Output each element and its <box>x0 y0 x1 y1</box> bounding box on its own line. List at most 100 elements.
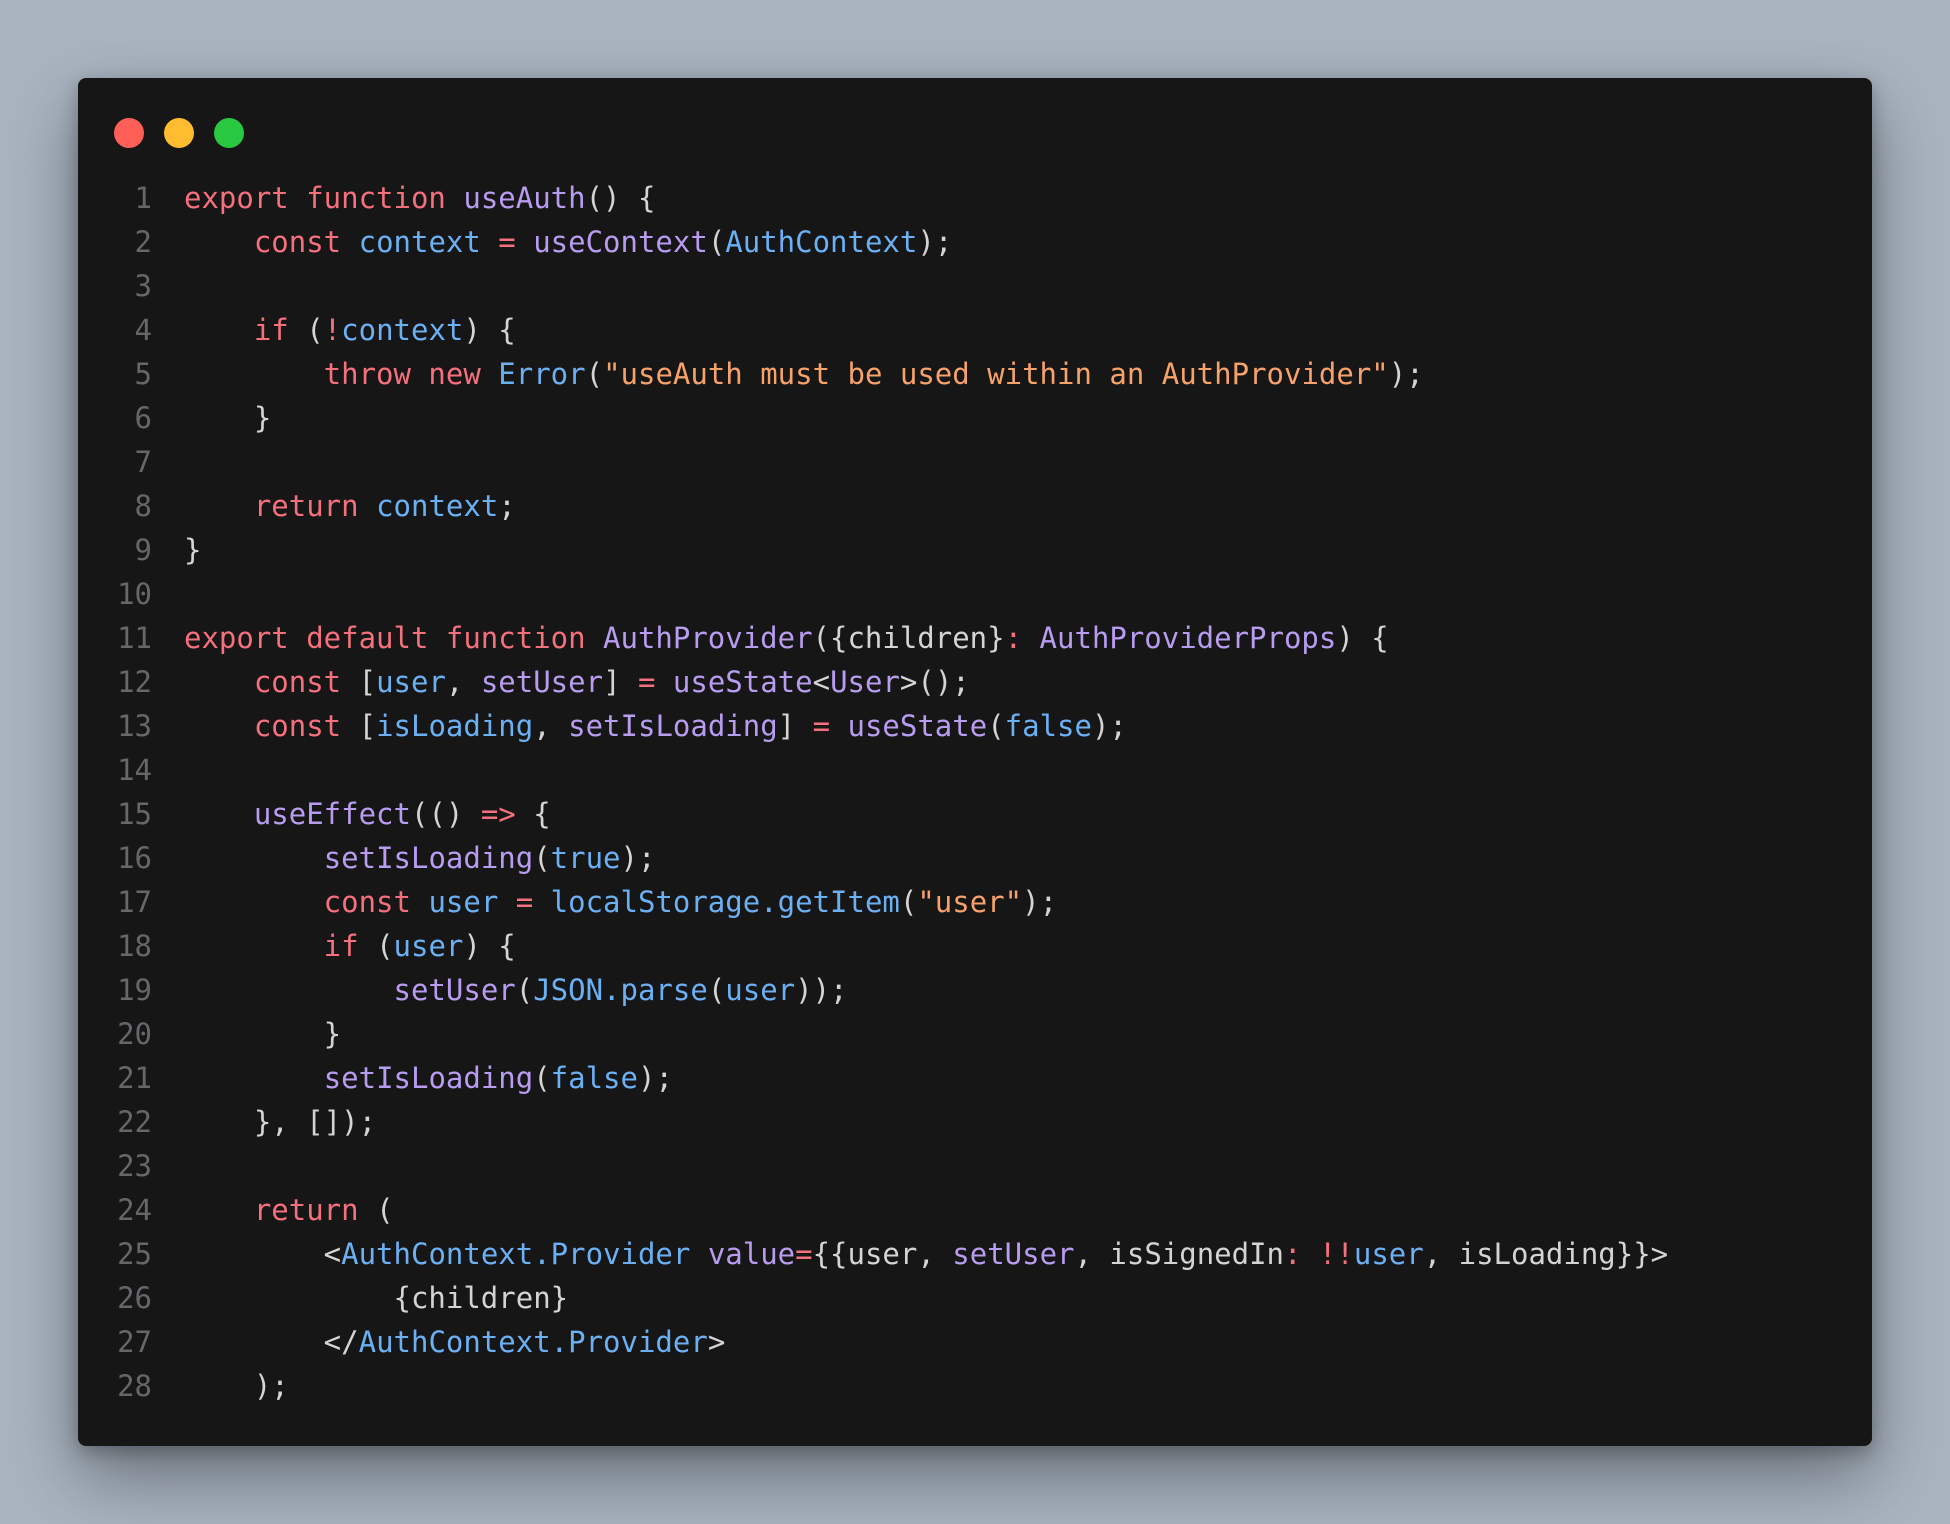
code-line: 22 }, []); <box>78 1100 1872 1144</box>
line-code: useEffect(() => { <box>184 792 551 836</box>
code-line: 3 <box>78 264 1872 308</box>
code-token: } <box>184 533 202 567</box>
code-token: ); <box>620 841 656 875</box>
code-line: 13 const [isLoading, setIsLoading] = use… <box>78 704 1872 748</box>
line-number: 10 <box>117 577 152 611</box>
code-token: const <box>184 709 359 743</box>
line-code: return ( <box>184 1188 394 1232</box>
code-line: 4 if (!context) { <box>78 308 1872 352</box>
code-token: export function <box>184 181 464 215</box>
code-line: 8 return context; <box>78 484 1872 528</box>
code-token: user <box>376 665 446 699</box>
code-window: 1 export function useAuth() {2 const cont… <box>78 78 1872 1446</box>
line-number: 24 <box>117 1193 152 1227</box>
code-token: = <box>480 225 534 259</box>
line-number: 3 <box>134 269 152 303</box>
line-number: 14 <box>117 753 152 787</box>
line-number: 12 <box>117 665 152 699</box>
code-token: AuthProviderProps <box>1039 621 1337 655</box>
line-number: 2 <box>134 225 152 259</box>
code-line: 9} <box>78 528 1872 572</box>
code-token: ( <box>899 885 918 919</box>
code-token: false <box>550 1061 638 1095</box>
code-token: ); <box>184 1369 289 1403</box>
code-token: context <box>358 225 481 259</box>
code-token: return <box>184 489 377 523</box>
code-token: return <box>184 1193 377 1227</box>
code-token: AuthContext.Provider <box>341 1237 691 1271</box>
code-line: 26 {children} <box>78 1276 1872 1320</box>
line-number: 5 <box>134 357 152 391</box>
maximize-dot-icon[interactable] <box>214 118 244 148</box>
minimize-dot-icon[interactable] <box>164 118 194 148</box>
code-token: ] <box>777 709 813 743</box>
line-number: 28 <box>117 1369 152 1403</box>
code-token: ( <box>376 1193 394 1227</box>
code-token: , isLoading}}> <box>1423 1237 1669 1271</box>
code-token: ( <box>533 841 551 875</box>
code-token: useAuth <box>463 181 586 215</box>
code-line: 15 useEffect(() => { <box>78 792 1872 836</box>
line-number: 23 <box>117 1149 152 1183</box>
line-number: 26 <box>117 1281 152 1315</box>
code-token: (() <box>410 797 481 831</box>
code-token: > <box>707 1325 726 1359</box>
code-token: >(); <box>899 665 970 699</box>
code-token: ) { <box>463 929 516 963</box>
line-code: <AuthContext.Provider value={{user, setU… <box>184 1232 1668 1276</box>
code-token: [ <box>358 665 377 699</box>
code-token: => <box>480 797 516 831</box>
code-token: ; <box>498 489 516 523</box>
code-token: ); <box>1091 709 1127 743</box>
code-line: 18 if (user) { <box>78 924 1872 968</box>
line-code: </AuthContext.Provider> <box>184 1320 726 1364</box>
code-token: setIsLoading <box>323 841 534 875</box>
code-token: ( <box>515 973 534 1007</box>
line-code: throw new Error("useAuth must be used wi… <box>184 352 1424 396</box>
code-token: ] <box>603 665 638 699</box>
close-dot-icon[interactable] <box>114 118 144 148</box>
code-token: ); <box>917 225 953 259</box>
code-token: localStorage.getItem <box>550 885 900 919</box>
code-token: useContext <box>533 225 708 259</box>
code-token: setUser <box>393 973 516 1007</box>
line-code: const [user, setUser] = useState<User>()… <box>184 660 970 704</box>
code-token: throw new <box>184 357 499 391</box>
line-number: 19 <box>117 973 152 1007</box>
code-token: ! <box>323 313 342 347</box>
line-number: 17 <box>117 885 152 919</box>
code-token: ({children} <box>812 621 1005 655</box>
code-token: : !! <box>1284 1237 1354 1271</box>
code-token: useState <box>672 665 813 699</box>
code-token: JSON.parse <box>533 973 708 1007</box>
code-token: export default function <box>184 621 604 655</box>
code-token: [ <box>358 709 377 743</box>
line-number: 1 <box>134 181 152 215</box>
line-number: 20 <box>117 1017 152 1051</box>
code-token: user <box>393 929 464 963</box>
code-line: 20 } <box>78 1012 1872 1056</box>
line-number: 15 <box>117 797 152 831</box>
code-token: if <box>184 313 307 347</box>
line-number: 7 <box>134 445 152 479</box>
code-block: 1 export function useAuth() {2 const cont… <box>78 176 1872 1408</box>
line-code: {children} <box>184 1276 569 1320</box>
code-token: ); <box>1022 885 1058 919</box>
code-token: { <box>515 797 551 831</box>
code-line: 23 <box>78 1144 1872 1188</box>
code-token: , <box>533 709 569 743</box>
code-token: () { <box>585 181 656 215</box>
code-token: : <box>1004 621 1040 655</box>
code-token: User <box>830 665 900 699</box>
code-token: isLoading <box>376 709 534 743</box>
code-line: 14 <box>78 748 1872 792</box>
code-token: const <box>184 225 359 259</box>
code-line: 2 const context = useContext(AuthContext… <box>78 220 1872 264</box>
code-token: setIsLoading <box>323 1061 534 1095</box>
line-number: 4 <box>134 313 152 347</box>
line-code: const [isLoading, setIsLoading] = useSta… <box>184 704 1127 748</box>
code-token: ) { <box>463 313 516 347</box>
code-token: AuthProvider <box>603 621 813 655</box>
